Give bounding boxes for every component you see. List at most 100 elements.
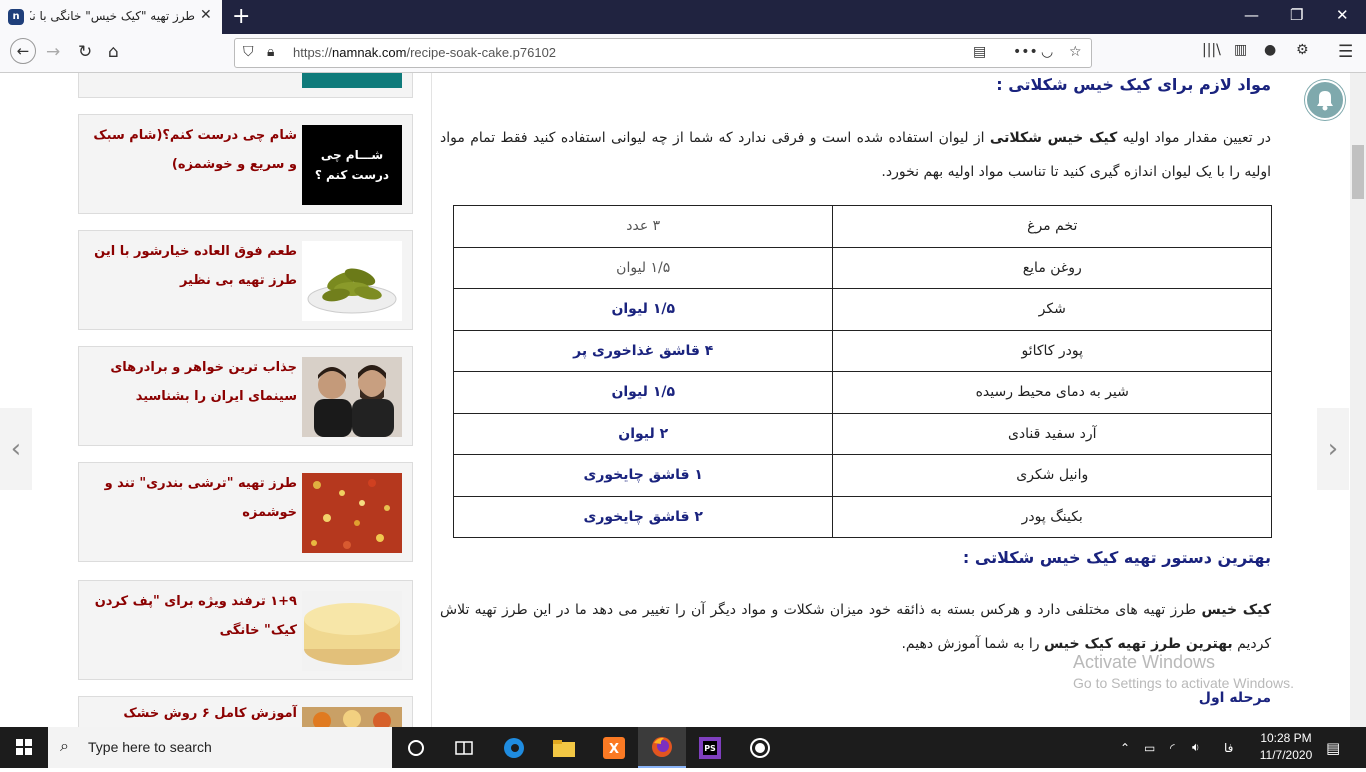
ingredient-name: تخم مرغ [832, 205, 1272, 248]
ingredient-amount: ۱/۵ لیوان [452, 288, 834, 331]
ingredient-row: تخم مرغ ۳ عدد [452, 205, 1272, 248]
ingredient-name: بکینگ پودر [832, 495, 1272, 538]
related-sidebar: شـــام چی درست کنم ؟ شام چی درست کنم؟(شا… [62, 73, 432, 727]
ingredients-heading: مواد لازم برای کیک خیس شکلاتی : [996, 75, 1271, 94]
language-indicator[interactable]: فا [1224, 727, 1233, 768]
pickled-veg-image [302, 473, 402, 553]
ingredient-amount: ۲ قاشق چایخوری [452, 495, 834, 538]
file-explorer-icon[interactable] [540, 727, 588, 768]
bookmark-star-icon[interactable]: ☆ [1069, 44, 1082, 60]
taskbar-search[interactable]: ⌕ Type here to search [48, 727, 392, 768]
library-icon[interactable]: |||\ [1202, 42, 1221, 58]
sidebar-card[interactable]: آموزش کامل ۶ روش خشک کردن [78, 696, 413, 727]
ingredient-amount: ۱ قاشق چایخوری [452, 454, 834, 497]
ingredient-row: شیر به دمای محیط رسیده ۱/۵ لیوان [452, 371, 1272, 414]
reload-icon[interactable]: ↻ [78, 42, 92, 62]
menu-icon[interactable]: ☰ [1338, 42, 1353, 62]
card-thumbnail [302, 73, 402, 88]
ingredient-row: پودر کاکائو ۴ قاشق غذاخوری پر [452, 329, 1272, 372]
timeline-icon[interactable] [440, 727, 488, 768]
ingredient-name: آرد سفید قنادی [832, 412, 1272, 455]
restore-icon[interactable]: ❐ [1290, 6, 1303, 24]
account-icon[interactable]: ● [1264, 42, 1276, 58]
windows-taskbar: ⌕ Type here to search X PS ⌃ ▭ ◜ 🔉︎ فا 1… [0, 727, 1366, 768]
phpstorm-icon[interactable]: PS [686, 727, 734, 768]
ingredient-amount: ۱/۵ لیوان [452, 371, 834, 414]
sidebar-card[interactable]: شـــام چی درست کنم ؟ شام چی درست کنم؟(شا… [78, 114, 413, 214]
tab-bar: n طرز تهیه "کیک خیس" خانگی با نکا ✕ + — … [0, 0, 1366, 34]
new-tab-icon[interactable]: + [232, 4, 250, 29]
pocket-icon[interactable]: ◡ [1041, 44, 1053, 60]
ingredient-name: شیر به دمای محیط رسیده [832, 371, 1272, 414]
card-title[interactable]: طرز تهیه "ترشی بندری" تند و خوشمزه [87, 469, 297, 527]
home-icon[interactable]: ⌂ [108, 42, 119, 62]
card-thumbnail [302, 591, 402, 671]
sidebar-card[interactable]: طرز تهیه "ترشی بندری" تند و خوشمزه [78, 462, 413, 562]
recipe-heading: بهترین دستور تهیه کیک خیس شکلاتی : [962, 548, 1271, 567]
extension-icon[interactable]: ⚙ [1296, 42, 1309, 58]
ingredient-row: وانیل شکری ۱ قاشق چایخوری [452, 454, 1272, 497]
card-title[interactable]: آموزش کامل ۶ روش خشک کردن [87, 699, 297, 727]
scrollbar-thumb[interactable] [1352, 145, 1364, 199]
ingredient-row: بکینگ پودر ۲ قاشق چایخوری [452, 495, 1272, 538]
wifi-icon[interactable]: ◜ [1170, 727, 1175, 768]
lock-icon[interactable]: 🔒︎ [267, 44, 274, 60]
task-view-icon[interactable] [392, 727, 440, 768]
windows-logo-icon [16, 739, 32, 755]
ingredient-amount: ۴ قاشق غذاخوری پر [452, 329, 834, 372]
notification-bell-icon[interactable] [1304, 79, 1346, 121]
notifications-icon[interactable]: ▤ [1326, 727, 1340, 768]
battery-icon[interactable]: ▭ [1144, 727, 1155, 768]
card-thumbnail: شـــام چی درست کنم ؟ [302, 125, 402, 205]
ingredients-table: تخم مرغ ۳ عدد روغن مایع ۱/۵ لیوان شکر ۱/۵ لیو… [452, 205, 1272, 538]
show-hidden-icons-icon[interactable]: ⌃ [1120, 727, 1130, 768]
prev-arrow-icon[interactable]: ‹ [0, 408, 32, 490]
address-bar[interactable]: ⛉ 🔒︎ https://namnak.com/recipe-soak-cake… [234, 38, 1092, 68]
card-title[interactable]: جذاب ترین خواهر و برادرهای سینمای ایران … [87, 353, 297, 411]
firefox-icon[interactable] [638, 727, 686, 768]
svg-text:PS: PS [704, 744, 716, 753]
whatsapp-icon[interactable] [736, 727, 784, 768]
close-tab-icon[interactable]: ✕ [200, 7, 212, 23]
back-icon[interactable]: ← [10, 38, 36, 64]
step-heading: مرحله اول [1198, 690, 1271, 706]
ingredient-amount: ۳ عدد [452, 205, 834, 248]
card-title[interactable]: ۱+۹ ترفند ویژه برای "پف کردن کیک" خانگی [87, 587, 297, 645]
shield-icon[interactable]: ⛉ [243, 44, 254, 60]
browser-tab[interactable]: n طرز تهیه "کیک خیس" خانگی با نکا ✕ [0, 0, 222, 34]
navigation-toolbar: ← → ↻ ⌂ ⛉ 🔒︎ https://namnak.com/recipe-s… [0, 34, 1366, 73]
sidebar-icon[interactable]: ▥ [1234, 42, 1247, 58]
sidebar-card[interactable]: طعم فوق العاده خیارشور با این طرز تهیه ب… [78, 230, 413, 330]
close-window-icon[interactable]: ✕ [1336, 6, 1349, 24]
ingredient-name: وانیل شکری [832, 454, 1272, 497]
system-clock[interactable]: 10:28 PM 11/7/2020 [1250, 730, 1322, 764]
pickles-image [307, 268, 397, 314]
card-title[interactable]: طعم فوق العاده خیارشور با این طرز تهیه ب… [87, 237, 297, 295]
card-thumbnail [302, 241, 402, 321]
start-button[interactable] [0, 727, 48, 768]
namnak-favicon-icon: n [8, 9, 24, 25]
page-actions-icon[interactable]: ••• [1013, 44, 1038, 60]
edge-icon[interactable] [490, 727, 538, 768]
search-icon: ⌕ [60, 736, 69, 755]
forward-icon[interactable]: → [46, 42, 60, 62]
ingredient-row: آرد سفید قنادی ۲ لیوان [452, 412, 1272, 455]
xampp-icon[interactable]: X [590, 727, 638, 768]
next-arrow-icon[interactable]: › [1317, 408, 1349, 490]
ingredient-name: روغن مایع [832, 246, 1272, 289]
sidebar-card[interactable]: ۱+۹ ترفند ویژه برای "پف کردن کیک" خانگی [78, 580, 413, 680]
minimize-icon[interactable]: — [1244, 6, 1259, 24]
card-thumbnail [302, 357, 402, 437]
sidebar-card[interactable]: جذاب ترین خواهر و برادرهای سینمای ایران … [78, 346, 413, 446]
sidebar-card-partial[interactable] [78, 73, 413, 98]
reader-view-icon[interactable]: ▤ [973, 44, 986, 60]
dried-fruit-image [302, 707, 402, 727]
tab-title: طرز تهیه "کیک خیس" خانگی با نکا [30, 9, 195, 23]
card-title[interactable]: شام چی درست کنم؟(شام سبک و سریع و خوشمزه… [87, 121, 297, 179]
ingredient-name: شکر [832, 288, 1272, 331]
volume-icon[interactable]: 🔉︎ [1192, 727, 1200, 768]
ingredient-row: روغن مایع ۱/۵ لیوان [452, 246, 1272, 289]
web-page: ‹ شـــام چی درست کنم ؟ شام چی درست کنم؟(… [0, 73, 1350, 727]
ingredient-amount: ۱/۵ لیوان [452, 246, 834, 289]
url-text: https://namnak.com/recipe-soak-cake.p761… [293, 45, 557, 60]
